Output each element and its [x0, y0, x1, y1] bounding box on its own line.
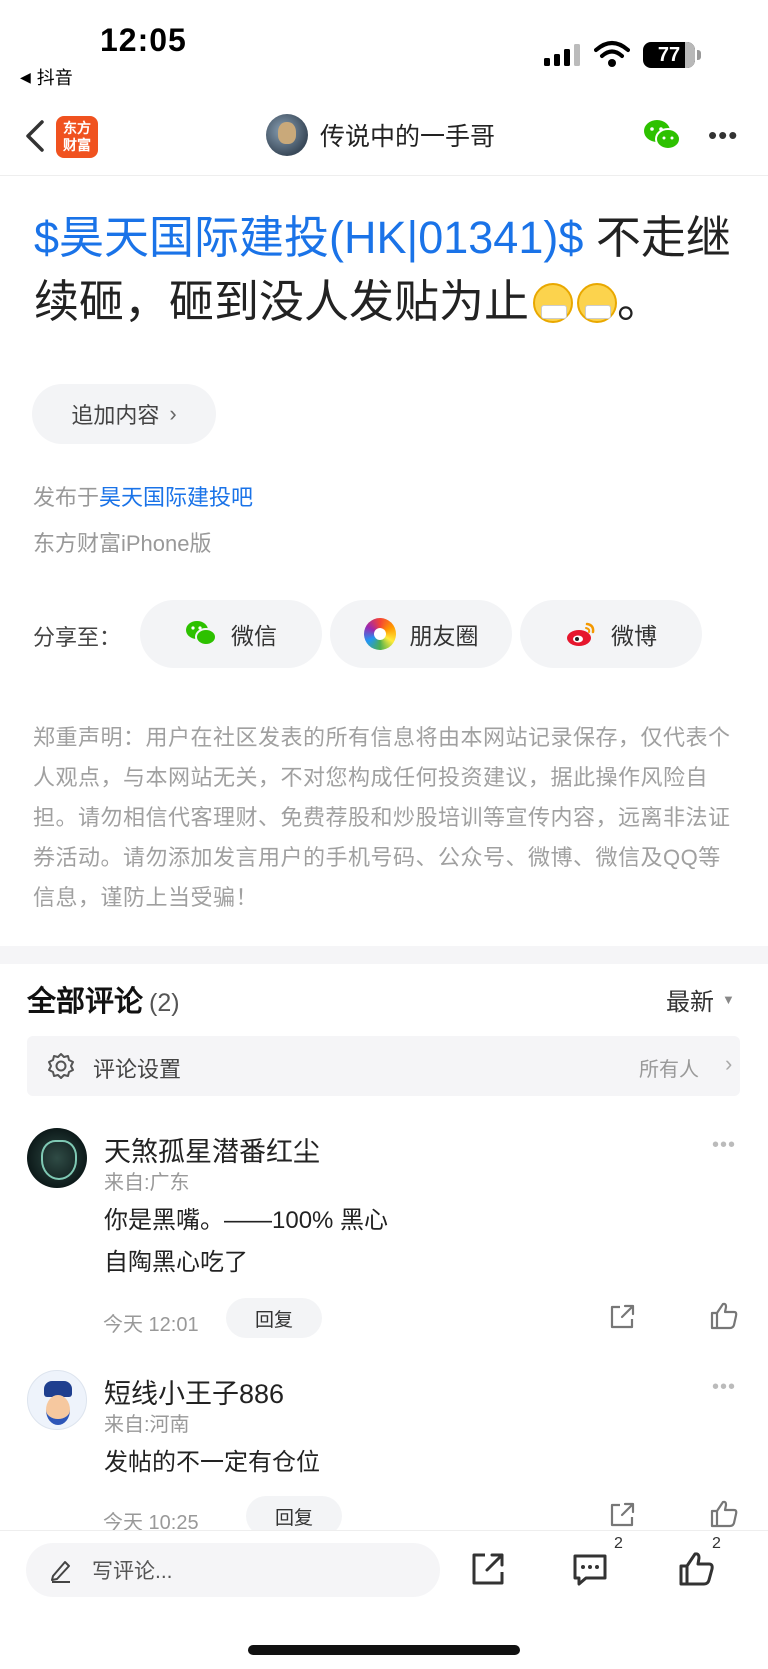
share-moments-button[interactable]: 朋友圈 — [330, 600, 512, 668]
moments-icon — [363, 618, 396, 650]
post-source: 东方财富iPhone版 — [33, 531, 212, 556]
add-content-button[interactable]: 追加内容 › — [32, 384, 216, 444]
caret-down-icon: ▼ — [722, 992, 735, 1007]
gear-icon — [48, 1053, 74, 1079]
more-options-icon[interactable]: ••• — [712, 1376, 736, 1399]
share-label: 分享至： — [33, 625, 122, 650]
comment-text: 发帖的不一定有仓位 — [104, 1449, 320, 1476]
pencil-icon — [51, 1561, 70, 1583]
chevron-right-icon: › — [725, 1051, 733, 1076]
mask-face-emoji-icon — [577, 283, 618, 323]
publish-info: 发布于昊天国际建投吧 — [33, 485, 254, 510]
home-indicator — [248, 1645, 520, 1655]
comment-settings-row[interactable]: 评论设置 所有人 › — [27, 1036, 740, 1096]
share-icon[interactable] — [607, 1500, 637, 1530]
commenter-location: 来自:广东 — [104, 1172, 190, 1194]
wifi-icon — [594, 41, 630, 67]
share-weibo-button[interactable]: 微博 — [520, 600, 702, 668]
comment-settings-label: 评论设置 — [93, 1057, 182, 1082]
back-app-label: 抖音 — [36, 68, 73, 88]
back-chevron-icon[interactable] — [22, 114, 52, 158]
avatar[interactable] — [27, 1128, 87, 1188]
more-options-icon[interactable]: ••• — [712, 1134, 736, 1157]
disclaimer-text: 郑重声明：用户在社区发表的所有信息将由本网站记录保存，仅代表个人观点，与本网站无… — [33, 725, 731, 910]
wechat-icon — [186, 621, 217, 646]
stock-bar-link[interactable]: 昊天国际建投吧 — [99, 485, 253, 510]
comments-title: 全部评论 (2) — [27, 986, 180, 1018]
eastmoney-logo[interactable]: 东方 财富 — [56, 116, 98, 158]
like-icon[interactable] — [708, 1300, 740, 1332]
comment-count-badge: 2 — [614, 1535, 623, 1552]
wechat-icon[interactable] — [642, 118, 682, 152]
author-info[interactable]: 传说中的一手哥 — [266, 114, 495, 156]
top-nav-bar: 东方 财富 传说中的一手哥 ••• — [0, 100, 768, 176]
battery-level: 77 — [657, 43, 681, 66]
comment-text: 你是黑嘴。——100% 黑心 — [104, 1207, 389, 1234]
chevron-right-icon: › — [169, 401, 177, 426]
bottom-action-bar: 写评论... 2 2 — [0, 1530, 768, 1669]
sort-dropdown[interactable]: 最新 ▼ — [666, 982, 735, 1017]
like-count-badge: 2 — [712, 1535, 721, 1552]
share-icon[interactable] — [607, 1302, 637, 1332]
author-name[interactable]: 传说中的一手哥 — [320, 117, 495, 153]
status-bar: 12:05 ◀ 抖音 77 — [0, 0, 768, 100]
commenter-location: 来自:河南 — [104, 1414, 190, 1436]
post-title: $昊天国际建投(HK|01341)$ 不走继续砸，砸到没人发贴为止。 — [34, 206, 744, 334]
commenter-name[interactable]: 天煞孤星潜番红尘 — [104, 1130, 320, 1169]
like-icon[interactable] — [676, 1549, 716, 1589]
cellular-signal-icon — [544, 44, 580, 66]
write-comment-placeholder: 写评论... — [92, 1560, 173, 1583]
back-triangle-icon: ◀ — [20, 68, 31, 85]
avatar[interactable] — [27, 1370, 87, 1430]
stock-tag-link[interactable]: $昊天国际建投(HK|01341)$ — [34, 212, 583, 263]
reply-button[interactable]: 回复 — [226, 1298, 322, 1338]
weibo-icon — [567, 622, 595, 646]
mask-face-emoji-icon — [533, 283, 574, 323]
like-icon[interactable] — [708, 1498, 740, 1530]
comments-count: (2) — [149, 989, 180, 1017]
comment-icon[interactable] — [570, 1549, 610, 1589]
comment-settings-value: 所有人 — [639, 1059, 699, 1081]
author-avatar[interactable] — [266, 114, 308, 156]
more-options-icon[interactable]: ••• — [708, 120, 738, 151]
share-wechat-button[interactable]: 微信 — [140, 600, 322, 668]
commenter-name[interactable]: 短线小王子886 — [104, 1372, 284, 1411]
write-comment-input[interactable]: 写评论... — [26, 1543, 440, 1597]
battery-indicator: 77 — [643, 42, 701, 68]
section-divider — [0, 946, 768, 964]
comment-text: 自陶黑心吃了 — [104, 1249, 248, 1276]
comment-time: 今天 12:01 — [103, 1314, 199, 1336]
post-text-end: 。 — [617, 276, 663, 327]
share-icon[interactable] — [468, 1549, 508, 1589]
status-time: 12:05 — [100, 22, 187, 58]
back-to-app-link[interactable]: ◀ 抖音 — [20, 64, 73, 90]
